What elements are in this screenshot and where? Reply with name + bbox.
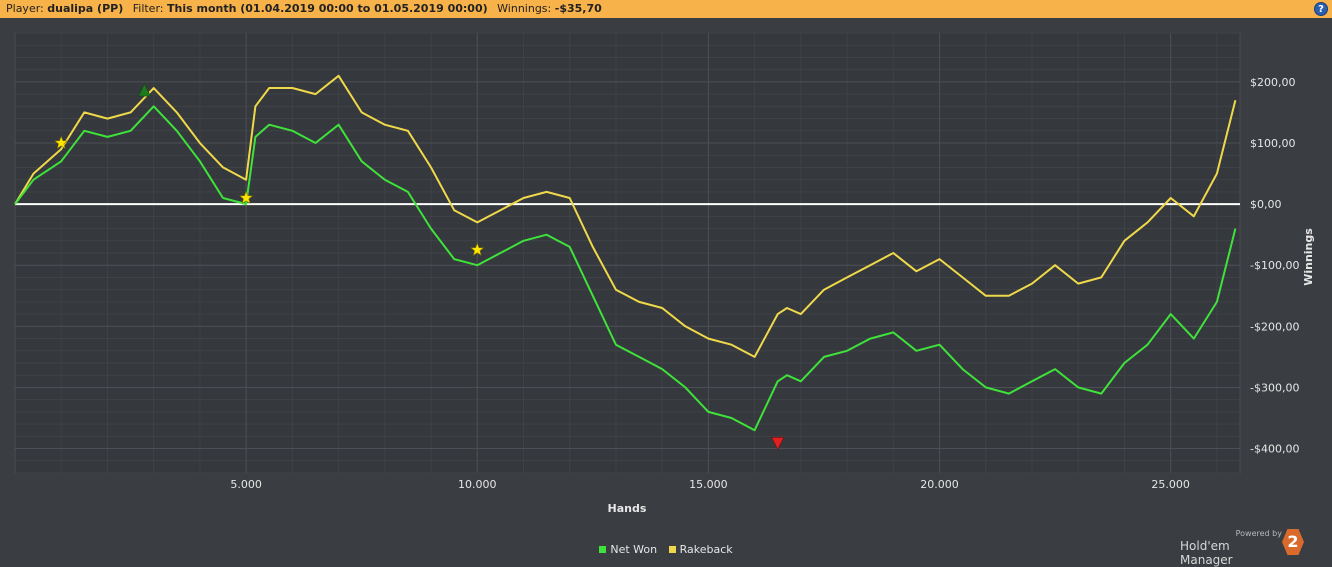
x-tick-label: 20.000: [920, 478, 959, 491]
legend-swatch-rakeback: [668, 546, 676, 553]
legend-label-rakeback: Rakeback: [679, 543, 733, 556]
player-label: Player:: [6, 2, 44, 15]
y-axis-label: Winnings: [1302, 228, 1315, 286]
y-tick-label: -$300,00: [1250, 381, 1299, 394]
x-tick-label: 15.000: [689, 478, 728, 491]
y-tick-label: -$100,00: [1250, 259, 1299, 272]
filter-label: Filter:: [132, 2, 164, 15]
y-tick-label: -$200,00: [1250, 320, 1299, 333]
filter-header: Player: dualipa (PP) Filter: This month …: [0, 0, 1332, 18]
legend-item-net-won[interactable]: Net Won: [599, 543, 657, 556]
y-axis-ticks: $200,00 $100,00 $0,00 -$100,00 -$200,00 -$300…: [1250, 76, 1299, 456]
x-tick-label: 25.000: [1151, 478, 1190, 491]
winnings-label: Winnings:: [497, 2, 552, 15]
winnings-value: -$35,70: [554, 2, 602, 15]
branding: Powered by Hold'em Manager 2: [1180, 529, 1320, 567]
legend-item-rakeback[interactable]: Rakeback: [668, 543, 733, 556]
y-tick-label: $200,00: [1250, 76, 1296, 89]
filter-value: This month (01.04.2019 00:00 to 01.05.20…: [167, 2, 488, 15]
y-tick-label: $100,00: [1250, 137, 1296, 150]
player-value: dualipa (PP): [47, 2, 124, 15]
x-axis-label: Hands: [608, 502, 647, 515]
x-axis-ticks: 5.000 10.000 15.000 20.000 25.000: [230, 478, 1190, 491]
help-icon[interactable]: ?: [1314, 2, 1328, 16]
winnings-chart: 5.000 10.000 15.000 20.000 25.000 $200,00 $10…: [14, 32, 1315, 515]
y-tick-label: $0,00: [1250, 198, 1282, 211]
chart-legend: Net Won Rakeback: [0, 543, 1332, 556]
legend-label-net-won: Net Won: [610, 543, 658, 556]
x-tick-label: 5.000: [230, 478, 262, 491]
powered-by-text: Powered by: [1235, 529, 1282, 538]
y-tick-label: -$400,00: [1250, 443, 1299, 456]
hm2-logo-icon: 2: [1282, 529, 1304, 555]
x-tick-label: 10.000: [458, 478, 497, 491]
legend-swatch-net-won: [599, 546, 607, 553]
